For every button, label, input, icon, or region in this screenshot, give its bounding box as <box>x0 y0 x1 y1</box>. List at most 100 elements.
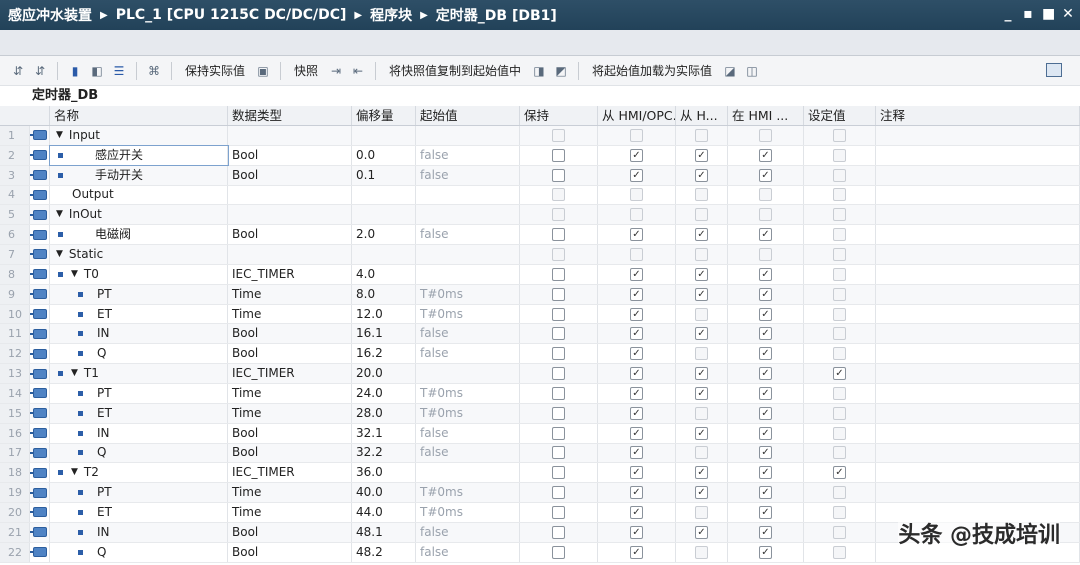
cell-comment[interactable] <box>876 185 1080 205</box>
keep-icon[interactable]: ▣ <box>255 63 271 79</box>
cell-comment[interactable] <box>876 165 1080 185</box>
hmi-opc-checkbox[interactable]: ✓ <box>630 505 643 519</box>
hmi-visible-checkbox[interactable]: ✓ <box>759 486 772 500</box>
hmi-opc-checkbox[interactable]: ✓ <box>630 228 643 242</box>
table-row[interactable]: 11 IN Bool 16.1 false ✓ ✓ ✓ <box>0 324 1080 345</box>
cell-type[interactable]: Bool <box>228 324 352 344</box>
cell-type[interactable]: Bool <box>228 344 352 364</box>
setpoint-checkbox[interactable] <box>833 128 846 142</box>
cell-name[interactable]: 感应开关 <box>49 144 229 166</box>
copy-start-icon[interactable]: ◨ <box>531 63 547 79</box>
table-row[interactable]: 2 感应开关 Bool 0.0 false ✓ ✓ ✓ <box>0 144 1080 166</box>
cell-type[interactable]: Bool <box>228 165 352 185</box>
hmi-write-checkbox[interactable]: ✓ <box>695 426 708 440</box>
breadcrumb-program-blocks[interactable]: 程序块 <box>370 5 412 25</box>
retain-checkbox[interactable] <box>552 426 565 440</box>
hmi-opc-checkbox[interactable]: ✓ <box>630 486 643 500</box>
cell-comment[interactable] <box>876 264 1080 284</box>
hmi-visible-checkbox[interactable]: ✓ <box>759 168 772 182</box>
retain-checkbox[interactable] <box>552 267 565 281</box>
cell-start-value[interactable]: T#0ms <box>416 503 520 522</box>
setpoint-checkbox[interactable] <box>833 267 846 281</box>
copy-snapshot-to-start-button[interactable]: 将快照值复制到起始值中 <box>389 62 521 79</box>
cell-type[interactable]: Time <box>228 503 352 522</box>
cell-name[interactable]: PT <box>50 383 228 403</box>
cell-start-value[interactable] <box>416 126 520 145</box>
hmi-write-checkbox[interactable] <box>695 208 708 222</box>
cell-offset[interactable]: 4.0 <box>352 264 416 284</box>
hmi-write-checkbox[interactable] <box>695 128 708 142</box>
snapshot-icon[interactable]: ⇥ <box>328 63 344 79</box>
cell-comment[interactable] <box>876 145 1080 165</box>
insert-row-icon[interactable]: ⇵ <box>10 63 26 79</box>
retain-checkbox[interactable] <box>552 406 565 420</box>
cell-offset[interactable]: 28.0 <box>352 403 416 423</box>
table-row[interactable]: 10 ET Time 12.0 T#0ms ✓ ✓ <box>0 304 1080 325</box>
cell-offset[interactable]: 32.1 <box>352 423 416 443</box>
collapse-arrow-icon[interactable]: ▼ <box>71 265 78 284</box>
cell-name[interactable]: 手动开关 <box>50 165 228 185</box>
cell-name[interactable]: ▼ T0 <box>50 264 228 284</box>
cell-type[interactable] <box>228 245 352 264</box>
cell-start-value[interactable]: T#0ms <box>416 284 520 304</box>
hmi-opc-checkbox[interactable]: ✓ <box>630 426 643 440</box>
retain-checkbox[interactable] <box>552 168 565 182</box>
retain-checkbox[interactable] <box>552 505 565 519</box>
cell-name[interactable]: ▼ Input <box>50 126 228 145</box>
setpoint-checkbox[interactable] <box>833 446 846 460</box>
cell-comment[interactable] <box>876 205 1080 225</box>
list-icon[interactable]: ☰ <box>111 63 127 79</box>
snapshot-button[interactable]: 快照 <box>294 62 318 79</box>
cell-type[interactable]: Bool <box>228 423 352 443</box>
cell-offset[interactable]: 24.0 <box>352 383 416 403</box>
table-row[interactable]: 17 Q Bool 32.2 false ✓ ✓ <box>0 443 1080 464</box>
hmi-visible-checkbox[interactable]: ✓ <box>759 148 772 162</box>
table-row[interactable]: 16 IN Bool 32.1 false ✓ ✓ ✓ <box>0 423 1080 444</box>
collapse-all-icon[interactable]: ◧ <box>89 63 105 79</box>
hmi-opc-checkbox[interactable] <box>630 188 643 202</box>
cell-comment[interactable] <box>876 383 1080 403</box>
hmi-visible-checkbox[interactable] <box>759 128 772 142</box>
cell-name[interactable]: Q <box>50 344 228 364</box>
hmi-opc-checkbox[interactable]: ✓ <box>630 466 643 480</box>
setpoint-checkbox[interactable] <box>833 168 846 182</box>
hmi-write-checkbox[interactable] <box>695 188 708 202</box>
hmi-visible-checkbox[interactable]: ✓ <box>759 267 772 281</box>
table-row[interactable]: 8 ▼ T0 IEC_TIMER 4.0 ✓ ✓ ✓ <box>0 264 1080 285</box>
hmi-opc-checkbox[interactable]: ✓ <box>630 386 643 400</box>
cell-comment[interactable] <box>876 344 1080 364</box>
retain-checkbox[interactable] <box>552 287 565 301</box>
setpoint-checkbox[interactable] <box>833 505 846 519</box>
cell-comment[interactable] <box>876 126 1080 145</box>
setpoint-checkbox[interactable] <box>833 208 846 222</box>
cell-name[interactable]: 电磁阀 <box>50 225 228 245</box>
cell-offset[interactable]: 36.0 <box>352 463 416 483</box>
table-row[interactable]: 4 Output <box>0 185 1080 206</box>
hmi-opc-checkbox[interactable]: ✓ <box>630 406 643 420</box>
cell-offset[interactable]: 40.0 <box>352 483 416 503</box>
setpoint-checkbox[interactable] <box>833 347 846 361</box>
cell-start-value[interactable]: false <box>416 443 520 463</box>
hmi-opc-checkbox[interactable] <box>630 247 643 261</box>
maximize-icon[interactable]: ■ <box>1042 6 1055 22</box>
cell-name[interactable]: IN <box>50 324 228 344</box>
cell-start-value[interactable]: false <box>416 344 520 364</box>
cell-start-value[interactable]: false <box>416 542 520 562</box>
setpoint-checkbox[interactable] <box>833 327 846 341</box>
cell-start-value[interactable]: false <box>416 522 520 542</box>
hmi-opc-checkbox[interactable] <box>630 128 643 142</box>
hmi-visible-checkbox[interactable]: ✓ <box>759 466 772 480</box>
header-hmi-opc[interactable]: 从 HMI/OPC... <box>598 106 676 125</box>
hmi-visible-checkbox[interactable]: ✓ <box>759 347 772 361</box>
cell-start-value[interactable] <box>416 245 520 264</box>
hmi-write-checkbox[interactable]: ✓ <box>695 525 708 539</box>
header-setpoint[interactable]: 设定值 <box>804 106 876 125</box>
header-retain[interactable]: 保持 <box>520 106 598 125</box>
load-icon[interactable]: ◪ <box>722 63 738 79</box>
cell-start-value[interactable]: false <box>416 324 520 344</box>
table-row[interactable]: 15 ET Time 28.0 T#0ms ✓ ✓ <box>0 403 1080 424</box>
hmi-opc-checkbox[interactable]: ✓ <box>630 446 643 460</box>
snapshot-copy-icon[interactable]: ⇤ <box>350 63 366 79</box>
hmi-write-checkbox[interactable] <box>695 307 708 321</box>
cell-start-value[interactable] <box>416 205 520 225</box>
